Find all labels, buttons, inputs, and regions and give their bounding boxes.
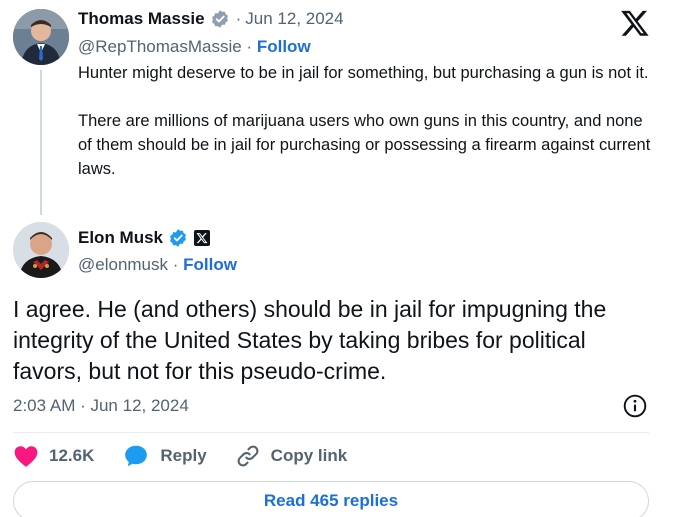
tweet-paragraph: Hunter might deserve to be in jail for s… xyxy=(78,64,649,82)
separator-dot: · xyxy=(172,255,179,274)
like-button[interactable]: 12.6K xyxy=(13,444,94,468)
divider xyxy=(13,432,649,433)
read-replies-button[interactable]: Read 465 replies xyxy=(13,481,649,517)
parent-handle-row: @RepThomasMassie · Follow xyxy=(78,37,311,57)
verified-badge-icon xyxy=(210,9,230,29)
parent-tweet-text: Hunter might deserve to be in jail for s… xyxy=(78,61,658,181)
author-name[interactable]: Thomas Massie xyxy=(78,9,205,29)
reply-button[interactable]: Reply xyxy=(122,443,207,469)
action-bar: 12.6K Reply Copy link xyxy=(13,443,375,469)
reply-header: Elon Musk xyxy=(78,228,211,248)
tweet-paragraph: There are millions of marijuana users wh… xyxy=(78,112,651,178)
follow-button[interactable]: Follow xyxy=(183,255,237,274)
like-count: 12.6K xyxy=(49,446,95,465)
parent-header: Thomas Massie · Jun 12, 2024 xyxy=(78,9,344,29)
tweet-date[interactable]: Jun 12, 2024 xyxy=(245,9,343,29)
thread-line xyxy=(40,70,42,215)
follow-button[interactable]: Follow xyxy=(257,37,311,56)
avatar[interactable] xyxy=(13,9,69,65)
tweet-card: Thomas Massie · Jun 12, 2024 @RepThomasM… xyxy=(0,0,689,517)
author-handle[interactable]: @elonmusk xyxy=(78,255,168,274)
copy-link-label: Copy link xyxy=(270,446,348,465)
author-name[interactable]: Elon Musk xyxy=(78,228,163,248)
avatar[interactable] xyxy=(13,222,69,278)
x-affiliate-icon xyxy=(194,230,211,246)
link-icon xyxy=(237,445,259,467)
reply-tweet-text: I agree. He (and others) should be in ja… xyxy=(13,296,607,384)
verified-badge-icon xyxy=(168,228,188,248)
copy-link-button[interactable]: Copy link xyxy=(235,443,348,469)
reply-label: Reply xyxy=(160,446,207,465)
avatar-portrait xyxy=(13,222,69,278)
reply-bubble-icon xyxy=(125,445,148,467)
reply-handle-row: @elonmusk · Follow xyxy=(78,255,237,275)
author-handle[interactable]: @RepThomasMassie xyxy=(78,37,242,56)
info-icon[interactable] xyxy=(622,393,648,419)
x-logo-icon[interactable] xyxy=(620,8,650,38)
separator-dot: · xyxy=(235,9,242,28)
avatar-portrait xyxy=(13,9,69,65)
tweet-timestamp[interactable]: 2:03 AM · Jun 12, 2024 xyxy=(13,396,189,416)
separator-dot: · xyxy=(246,37,253,56)
heart-icon xyxy=(14,446,38,467)
